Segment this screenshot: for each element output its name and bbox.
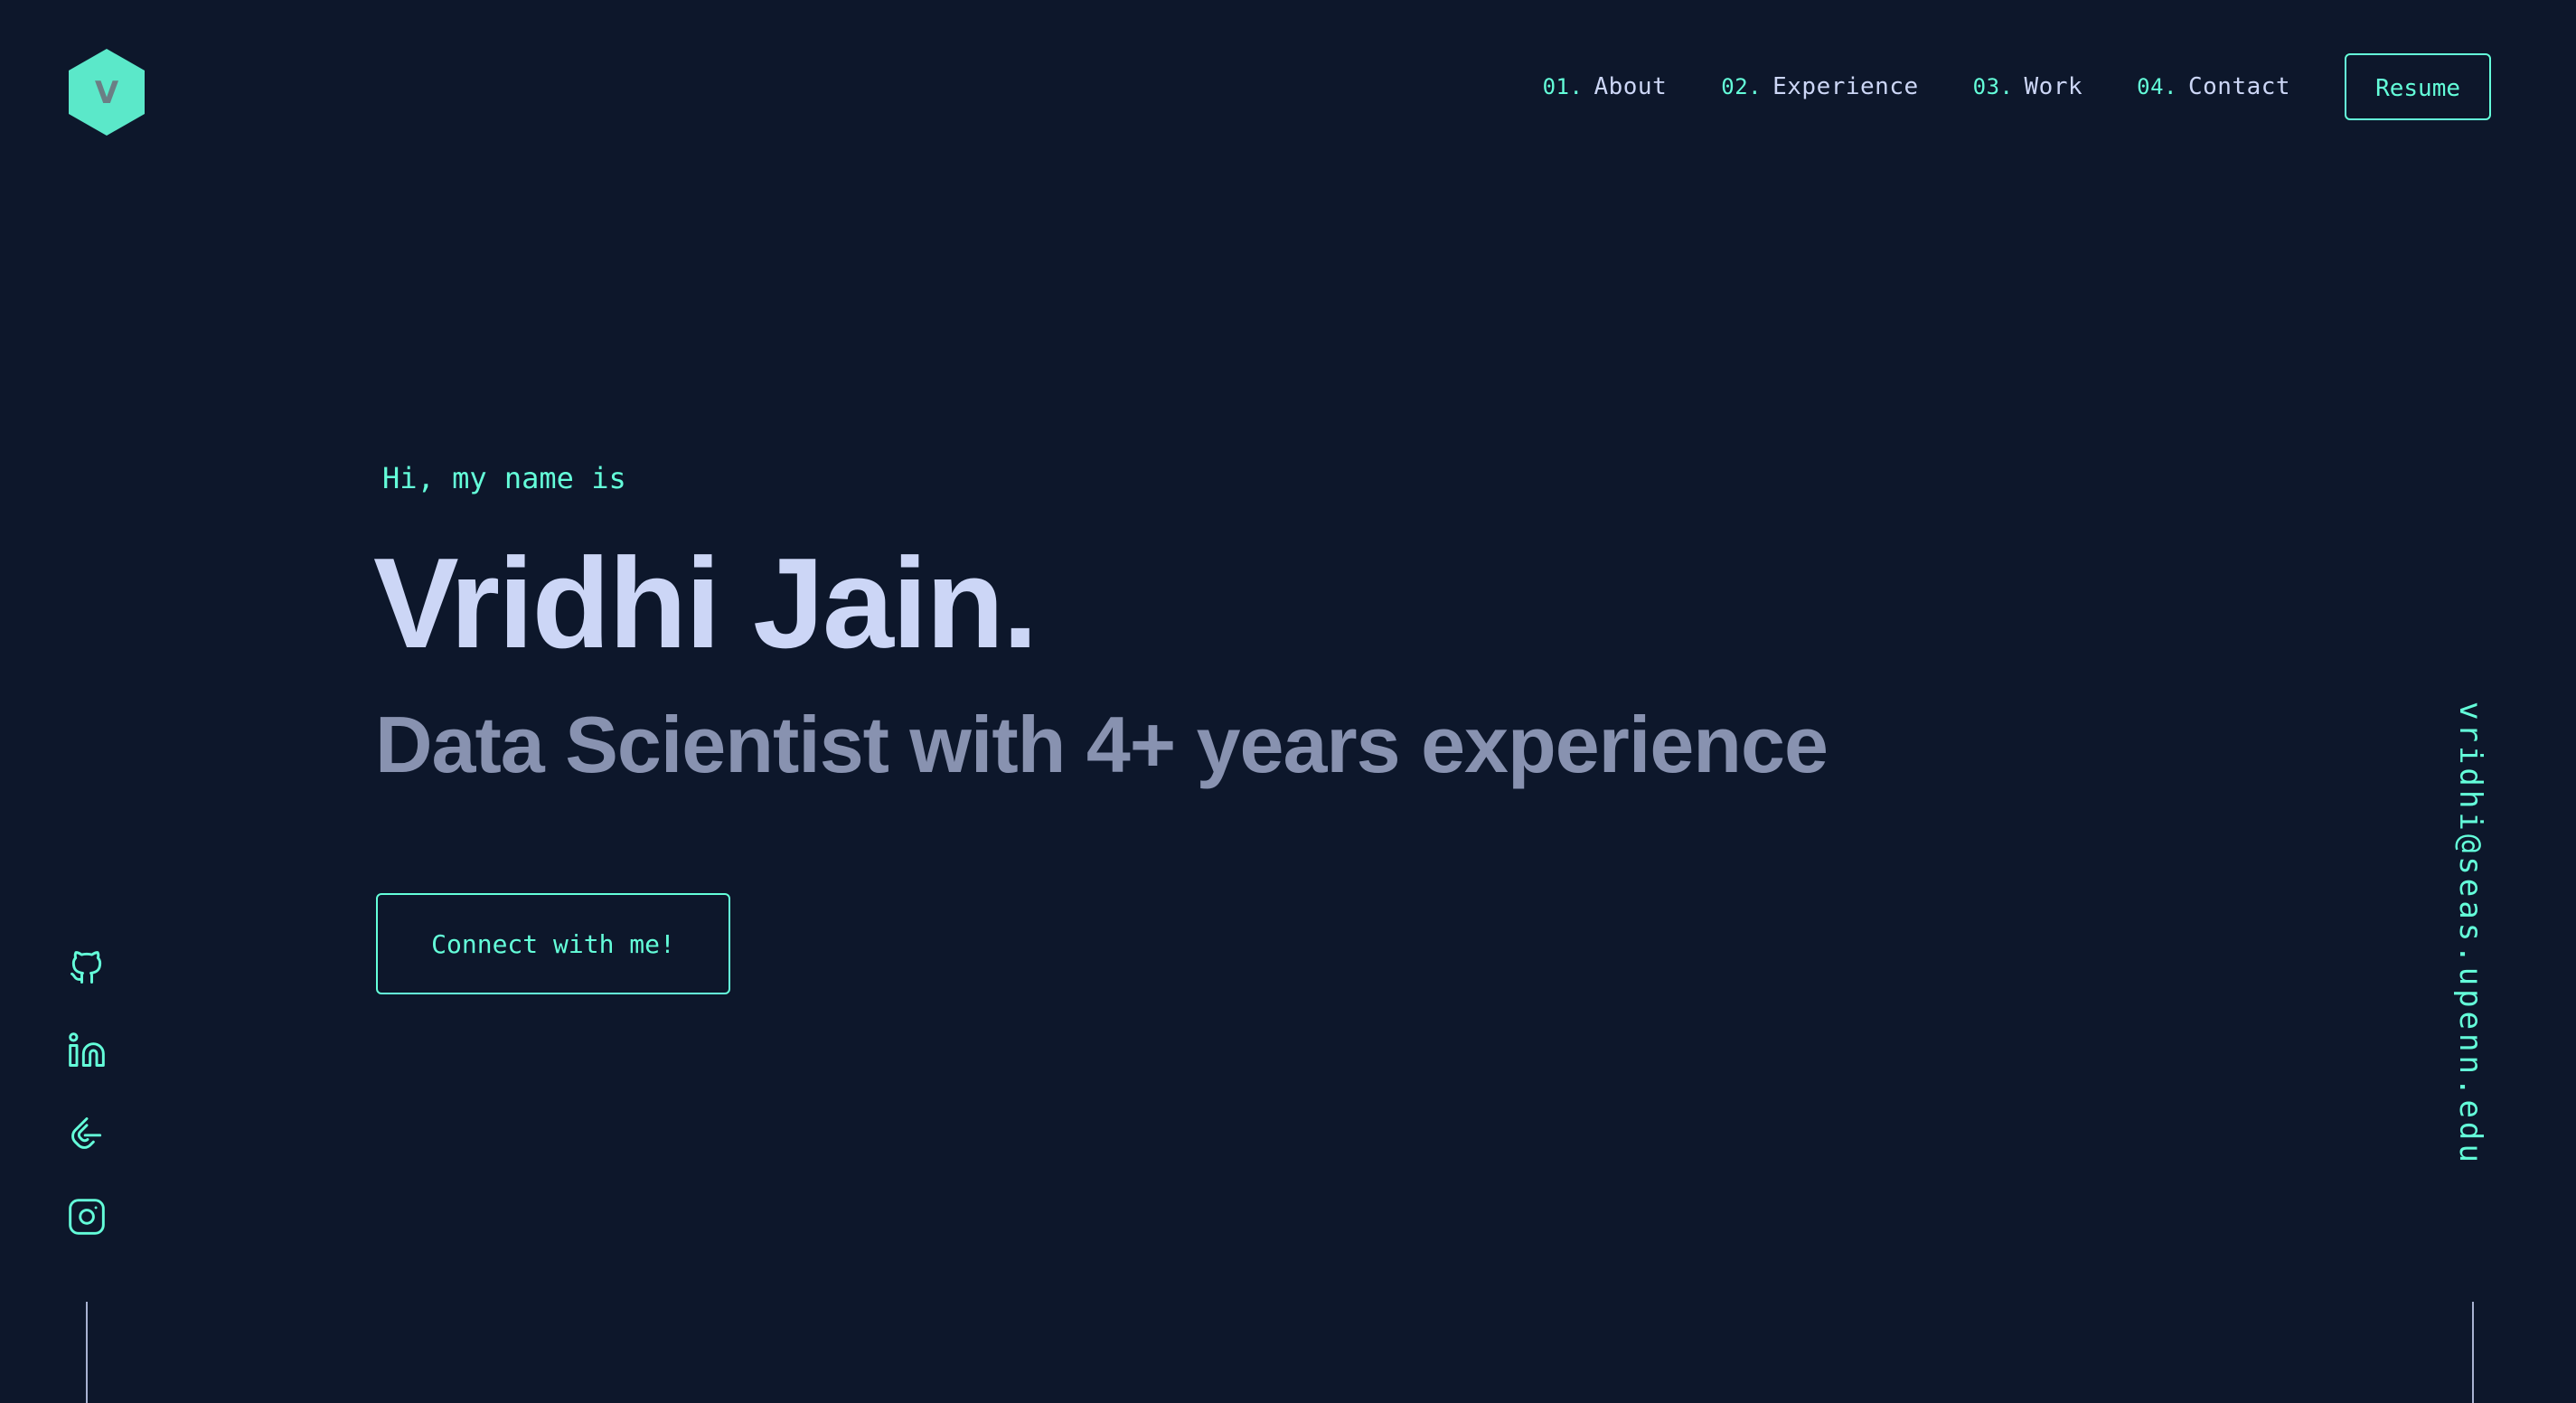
gitlab-link[interactable] <box>67 1114 107 1153</box>
nav-number: 04. <box>2137 74 2177 99</box>
hero-name: Vridhi Jain. <box>373 532 1039 675</box>
nav-label: Experience <box>1772 73 1919 100</box>
linkedin-icon <box>69 1032 105 1067</box>
top-nav: 01. About 02. Experience 03. Work 04. Co… <box>1543 52 2491 122</box>
logo-hexagon[interactable]: V <box>67 47 146 137</box>
resume-button[interactable]: Resume <box>2345 53 2491 120</box>
nav-number: 03. <box>1972 74 2014 99</box>
right-divider-line <box>2472 1302 2474 1403</box>
hexagon-icon: V <box>69 49 145 136</box>
logo-letter: V <box>95 75 119 111</box>
instagram-icon <box>69 1199 105 1235</box>
nav-label: Work <box>2024 73 2083 100</box>
nav-number: 01. <box>1542 74 1584 99</box>
instagram-link[interactable] <box>67 1197 107 1237</box>
nav-label: About <box>1594 73 1668 100</box>
nav-link-about[interactable]: 01. About <box>1543 73 1668 100</box>
hero-tagline: Data Scientist with 4+ years experience <box>375 700 1829 789</box>
email-link[interactable]: vridhi@seas.upenn.edu <box>2452 702 2488 1166</box>
nav-link-experience[interactable]: 02. Experience <box>1721 73 1918 100</box>
connect-button[interactable]: Connect with me! <box>376 893 730 994</box>
nav-link-work[interactable]: 03. Work <box>1973 73 2082 100</box>
nav-label: Contact <box>2188 73 2291 100</box>
hero-greeting: Hi, my name is <box>382 461 626 495</box>
github-icon <box>71 951 102 984</box>
github-link[interactable] <box>67 947 107 987</box>
left-divider-line <box>86 1302 88 1403</box>
gitlab-icon <box>71 1117 102 1149</box>
social-links <box>67 947 107 1280</box>
linkedin-link[interactable] <box>67 1031 107 1070</box>
nav-number: 02. <box>1721 74 1763 99</box>
nav-link-contact[interactable]: 04. Contact <box>2137 73 2290 100</box>
